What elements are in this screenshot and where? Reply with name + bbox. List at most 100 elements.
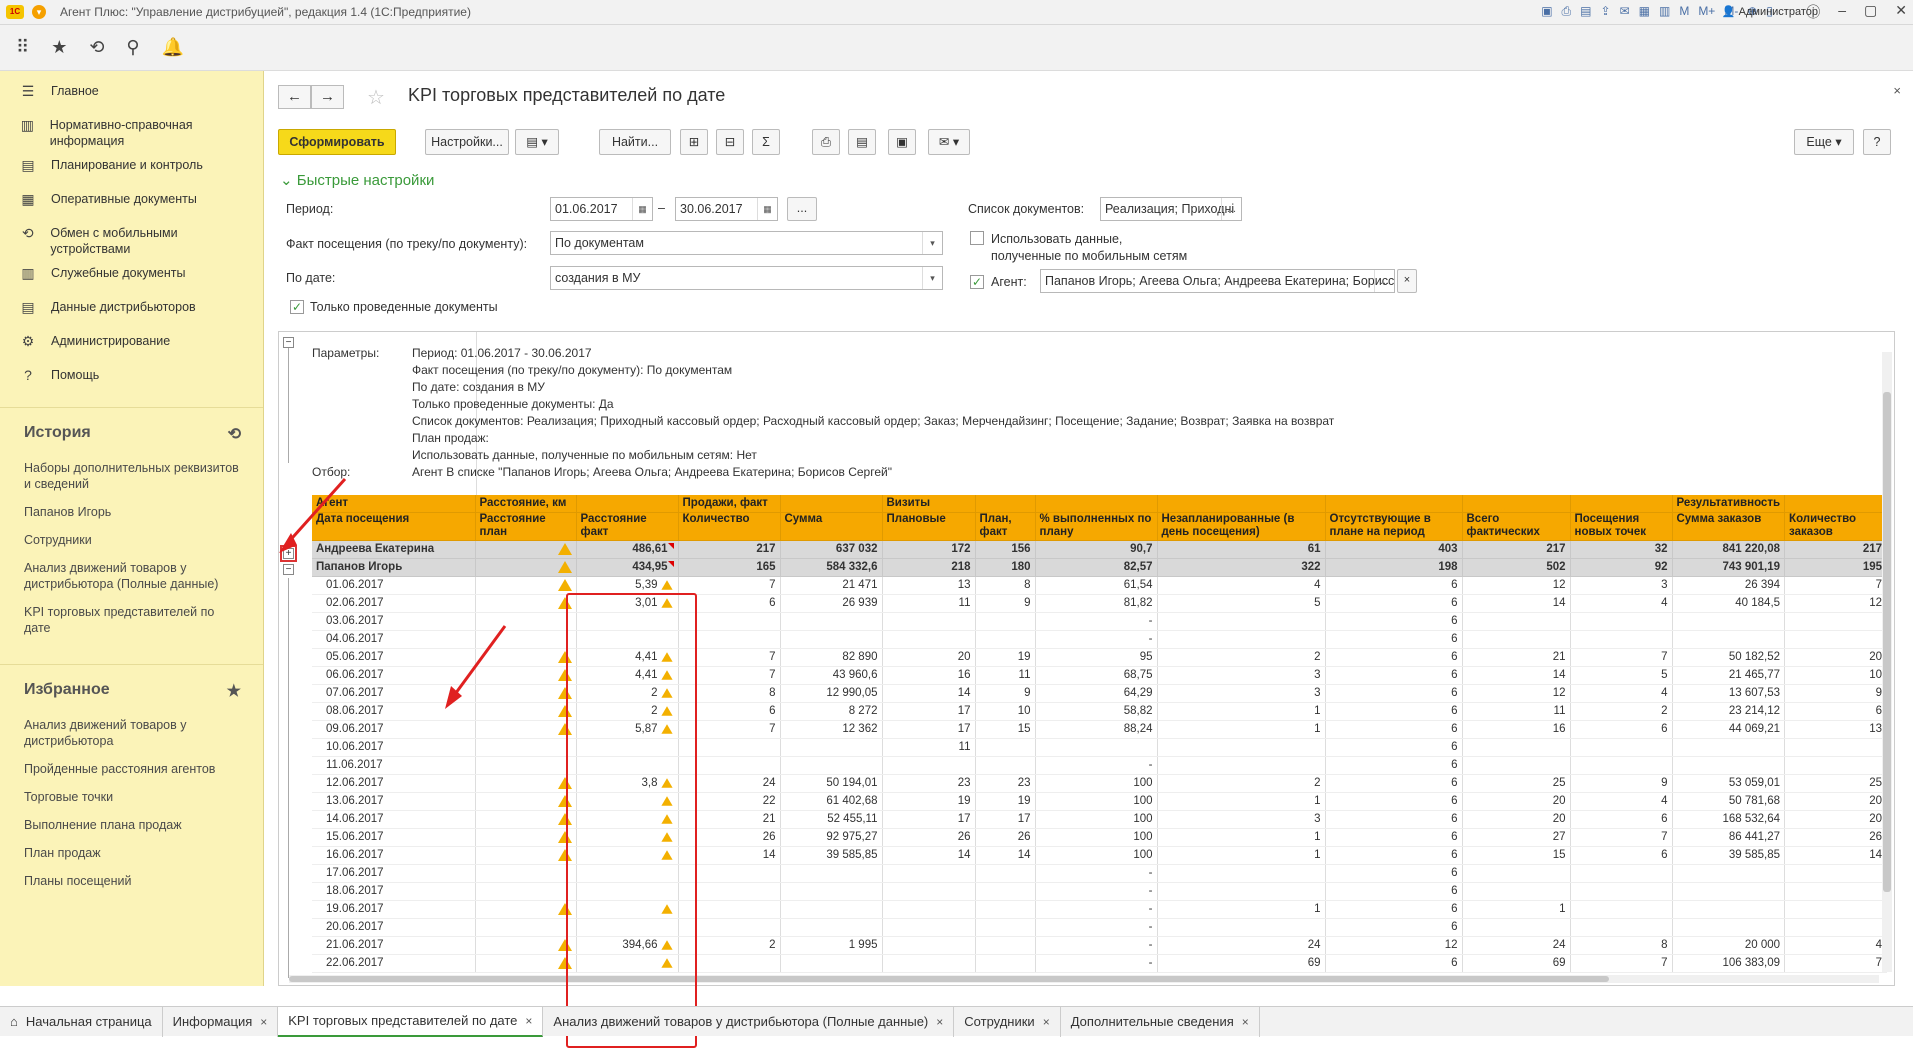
sidebar-item-service-docs[interactable]: ▥ Служебные документы [0, 261, 263, 295]
variants-button[interactable]: ▤ ▾ [515, 129, 559, 155]
table-row[interactable]: 14.06.2017 21 52 455,11 17 17 100 3 6 20 6 168 532… [312, 810, 1888, 829]
print-icon[interactable]: ⎙ [1562, 4, 1572, 19]
message-icon[interactable]: ✉ [1620, 4, 1630, 19]
main-menu-icon[interactable]: ▾ [32, 5, 46, 19]
search-icon[interactable]: ⚲ [126, 37, 139, 58]
tab-kpi[interactable]: KPI торговых представителей по дате × [278, 1006, 544, 1037]
agent-select-button[interactable]: ... [1374, 270, 1394, 292]
calendar-icon[interactable]: ▦ [632, 198, 652, 220]
agent-group-row[interactable]: Андреева Екатерина 486,61 217 637 032 172 156… [312, 540, 1888, 559]
preview-icon[interactable]: ▤ [1580, 4, 1591, 19]
close-tab-icon[interactable]: × [936, 1007, 943, 1037]
favorite-star-icon[interactable]: ☆ [367, 85, 385, 110]
memory-mplus-button[interactable]: M+ [1698, 4, 1715, 19]
settings-button[interactable]: Настройки... [425, 129, 509, 155]
doclist-select-button[interactable]: ... [1221, 198, 1241, 220]
table-row[interactable]: 01.06.2017 5,39 7 21 471 13 8 61,54 4 6 12 3 26 394… [312, 576, 1888, 595]
close-tab-icon[interactable]: × [525, 1006, 532, 1036]
help-button[interactable]: ? [1863, 129, 1891, 155]
table-row[interactable]: 08.06.2017 2 6 8 272 17 10 58,82 1 6 11 2 23 214,12… [312, 702, 1888, 721]
history-link[interactable]: Наборы дополнительных реквизитов и сведе… [0, 454, 263, 498]
close-form-icon[interactable]: × [1893, 83, 1901, 98]
back-button[interactable]: ← [278, 85, 311, 109]
history-link[interactable]: Сотрудники [0, 526, 263, 554]
sidebar-item-help[interactable]: ? Помощь [0, 363, 263, 397]
table-row[interactable]: 03.06.2017 - 6 [312, 612, 1888, 631]
tab-info[interactable]: Информация × [163, 1006, 279, 1037]
vertical-scroll-thumb[interactable] [1883, 392, 1891, 892]
table-row[interactable]: 05.06.2017 4,41 7 82 890 20 19 95 2 6 21 7 50 182,5… [312, 648, 1888, 667]
generate-button[interactable]: Сформировать [278, 129, 396, 155]
sidebar-item-distributor-data[interactable]: ▤ Данные дистрибьюторов [0, 295, 263, 329]
agent-field[interactable]: Папанов Игорь; Агеева Ольга; Андреева Ек… [1040, 269, 1395, 293]
collapse-groups-icon[interactable]: ⊟ [716, 129, 744, 155]
find-button[interactable]: Найти... [599, 129, 671, 155]
expand-group-icon[interactable]: + [280, 545, 297, 562]
history-link[interactable]: Анализ движений товаров у дистрибьютора … [0, 554, 263, 598]
table-row[interactable]: 10.06.2017 11 6 [312, 738, 1888, 757]
save-icon[interactable]: ▣ [1541, 4, 1552, 19]
save-icon[interactable]: ▣ [888, 129, 916, 155]
star-icon[interactable]: ★ [227, 681, 241, 701]
sidebar-item-admin[interactable]: ⚙ Администрирование [0, 329, 263, 363]
table-row[interactable]: 15.06.2017 26 92 975,27 26 26 100 1 6 27 7 86 441,… [312, 828, 1888, 847]
period-select-button[interactable]: ... [787, 197, 817, 221]
calendar-icon[interactable]: ▦ [757, 198, 777, 220]
close-tab-icon[interactable]: × [1242, 1007, 1249, 1037]
expand-groups-icon[interactable]: ⊞ [680, 129, 708, 155]
history-link[interactable]: Папанов Игорь [0, 498, 263, 526]
collapse-params-icon[interactable]: − [283, 337, 294, 348]
apps-grid-icon[interactable]: ⠿ [16, 37, 29, 58]
table-row[interactable]: 20.06.2017 - 6 [312, 918, 1888, 937]
tab-home[interactable]: ⌂ Начальная страница [0, 1006, 163, 1037]
sidebar-item-planning[interactable]: ▤ Планирование и контроль [0, 153, 263, 187]
favorite-link[interactable]: Анализ движений товаров у дистрибьютора [0, 711, 263, 755]
table-row[interactable]: 07.06.2017 2 8 12 990,05 14 9 64,29 3 6 12 4 13 607… [312, 684, 1888, 703]
agent-clear-button[interactable]: × [1397, 269, 1417, 293]
fact-visit-select[interactable]: По документам ▾ [550, 231, 943, 255]
close-tab-icon[interactable]: × [1043, 1007, 1050, 1037]
table-row[interactable]: 22.06.2017-69 6 69 7 106 383,09 7 [312, 954, 1888, 973]
use-mobile-checkbox[interactable] [970, 231, 984, 245]
table-row[interactable]: 19.06.2017 - 1 6 1 [312, 900, 1888, 919]
memory-m-button[interactable]: M [1679, 4, 1689, 19]
chevron-down-icon[interactable]: ▾ [922, 232, 942, 254]
doclist-field[interactable]: Реализация; Приходні... [1100, 197, 1242, 221]
print-icon[interactable]: ⎙ [812, 129, 840, 155]
favorite-link[interactable]: Выполнение плана продаж [0, 811, 263, 839]
table-row[interactable]: 16.06.2017 14 39 585,85 14 14 100 1 6 15 6 39 585,… [312, 846, 1888, 865]
sum-icon[interactable]: Σ [752, 129, 780, 155]
forward-button[interactable]: → [311, 85, 344, 109]
posted-only-checkbox[interactable]: ✓ [290, 300, 304, 314]
send-mail-button[interactable]: ✉ ▾ [928, 129, 970, 155]
table-row[interactable]: 13.06.2017 22 61 402,68 19 19 100 1 6 20 4 50 781,… [312, 792, 1888, 811]
favorite-link[interactable]: Планы посещений [0, 867, 263, 895]
table-row[interactable]: 11.06.2017 - 6 [312, 756, 1888, 775]
close-button[interactable]: ✕ [1895, 2, 1907, 22]
quick-settings-toggle[interactable]: ⌄ Быстрые настройки [280, 171, 434, 189]
favorite-link[interactable]: Пройденные расстояния агентов [0, 755, 263, 783]
date-to-field[interactable]: 30.06.2017 ▦ [675, 197, 778, 221]
calendar-icon[interactable]: ▦ [1639, 4, 1650, 19]
tab-additional[interactable]: Дополнительные сведения × [1061, 1006, 1260, 1037]
notifications-bell-icon[interactable]: 🔔 [162, 37, 184, 58]
close-tab-icon[interactable]: × [260, 1007, 267, 1037]
favorites-star-icon[interactable]: ★ [51, 37, 67, 58]
chevron-down-icon[interactable]: ▾ [922, 267, 942, 289]
date-from-field[interactable]: 01.06.2017 ▦ [550, 197, 653, 221]
preview-icon[interactable]: ▤ [848, 129, 876, 155]
sidebar-item-main[interactable]: ☰ Главное [0, 79, 263, 113]
sidebar-item-operational[interactable]: ▦ Оперативные документы [0, 187, 263, 221]
table-row[interactable]: 09.06.2017 5,87 7 12 362 17 15 88,24 1 6 16 6 44 06… [312, 720, 1888, 739]
info-icon[interactable]: ⓘ [1806, 2, 1820, 22]
sidebar-item-mobile-exchange[interactable]: ⟲ Обмен с мобильными устройствами [0, 221, 263, 261]
tab-goods-analysis[interactable]: Анализ движений товаров у дистрибьютора … [543, 1006, 955, 1037]
calculator-icon[interactable]: ▥ [1659, 4, 1670, 19]
agent-checkbox[interactable]: ✓ [970, 275, 984, 289]
tab-employees[interactable]: Сотрудники × [954, 1006, 1061, 1037]
more-button[interactable]: Еще ▾ [1794, 129, 1854, 155]
table-row[interactable]: 17.06.2017 - 6 [312, 864, 1888, 883]
history-icon[interactable]: ⟲ [89, 37, 104, 58]
collapse-group-icon[interactable]: − [283, 564, 294, 575]
horizontal-scrollbar[interactable] [289, 975, 1879, 983]
